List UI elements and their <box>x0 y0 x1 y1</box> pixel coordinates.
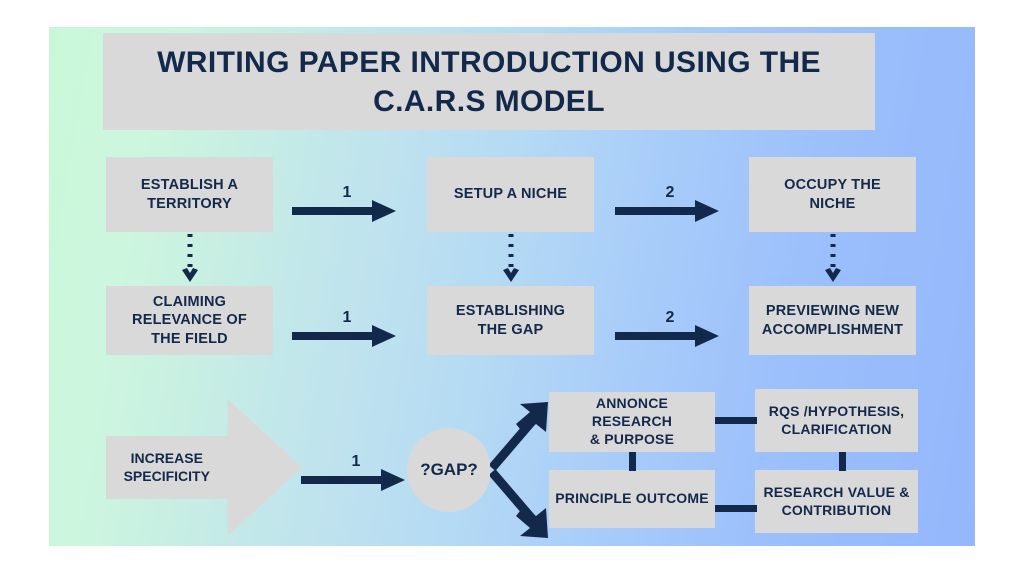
node-principle-outcome[interactable]: PRINCIPLE OUTCOME <box>549 470 715 528</box>
arrow-glyph <box>292 325 396 347</box>
connector-annonce-to-outcome <box>629 452 636 471</box>
node-establish-territory[interactable]: ESTABLISH A TERRITORY <box>106 157 273 232</box>
arrow-glyph <box>292 200 396 222</box>
dotted-connector-col1 <box>182 234 198 282</box>
branch-arrow-up <box>490 402 548 471</box>
node-setup-niche[interactable]: SETUP A NICHE <box>427 157 594 232</box>
node-claiming-relevance[interactable]: CLAIMING RELEVANCE OF THE FIELD <box>106 286 273 355</box>
dotted-connector-col2 <box>503 234 519 282</box>
node-gap-circle[interactable]: ?GAP? <box>407 428 491 512</box>
node-rqs-hypothesis[interactable]: RQS /HYPOTHESIS, CLARIFICATION <box>755 389 918 452</box>
arrow-row1-1: 1 <box>292 184 402 222</box>
arrow-row2-1: 1 <box>292 309 402 347</box>
node-research-value[interactable]: RESEARCH VALUE & CONTRIBUTION <box>755 470 918 533</box>
title-line-2: C.A.R.S MODEL <box>373 84 605 118</box>
branch-arrow-down <box>490 469 548 538</box>
node-gap-label: ?GAP? <box>420 460 478 479</box>
arrow-glyph <box>615 200 719 222</box>
slide-canvas: WRITING PAPER INTRODUCTION USING THE C.A… <box>0 0 1024 576</box>
connector-rqs-to-value <box>839 452 846 471</box>
connector-annonce-to-rqs <box>715 417 757 424</box>
node-increase-specificity-label: INCREASE SPECIFICITY <box>123 450 210 485</box>
gradient-background: WRITING PAPER INTRODUCTION USING THE C.A… <box>49 27 975 546</box>
node-occupy-niche[interactable]: OCCUPY THE NICHE <box>749 157 916 232</box>
page-title: WRITING PAPER INTRODUCTION USING THE C.A… <box>103 33 875 130</box>
arrow-row1-2: 2 <box>615 184 725 222</box>
node-previewing-accomplishment[interactable]: PREVIEWING NEW ACCOMPLISHMENT <box>749 286 916 355</box>
node-establishing-gap[interactable]: ESTABLISHING THE GAP <box>427 286 594 355</box>
arrow-row3-1: 1 <box>301 453 411 491</box>
arrow-glyph <box>301 469 405 491</box>
connector-outcome-to-value <box>715 505 757 512</box>
node-annonce-research[interactable]: ANNONCE RESEARCH & PURPOSE <box>549 392 715 452</box>
dotted-connector-col3 <box>825 234 841 282</box>
arrow-row2-2: 2 <box>615 309 725 347</box>
arrow-glyph <box>615 325 719 347</box>
title-line-1: WRITING PAPER INTRODUCTION USING THE <box>157 45 821 79</box>
node-increase-specificity[interactable]: INCREASE SPECIFICITY <box>106 399 302 536</box>
